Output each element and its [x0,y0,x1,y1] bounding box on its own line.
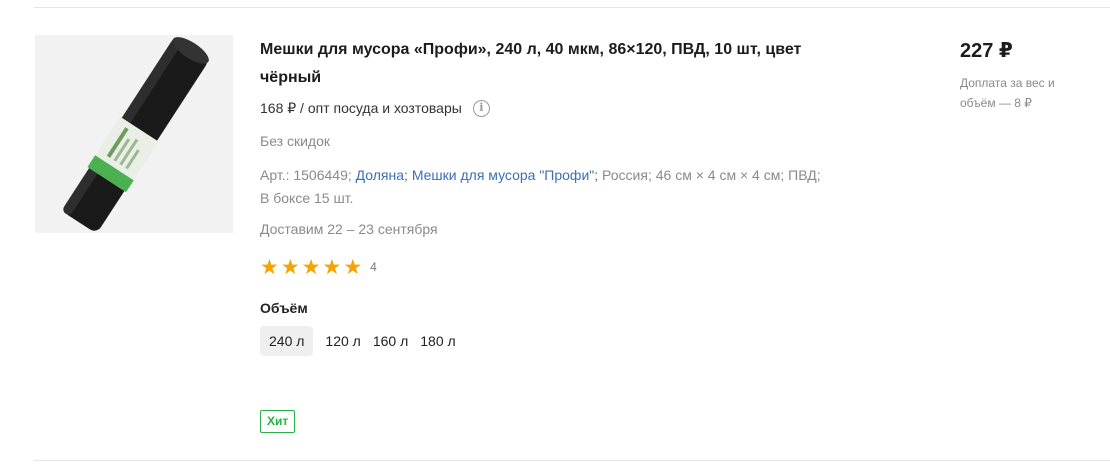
volume-option-240[interactable]: 240 л [260,326,314,356]
surcharge-note: Доплата за вес и объём — 8 ₽ [960,76,1055,110]
star-icon: ★ [301,255,321,279]
rating[interactable]: ★ ★ ★ ★ ★ 4 [260,255,860,279]
package-size: 46 см × 4 см × 4 см; [655,167,785,183]
brand-link[interactable]: Доляна; [356,167,408,183]
price: 227 ₽ [960,40,1013,62]
product-info: Мешки для мусора «Профи», 240 л, 40 мкм,… [260,36,860,356]
price-column: 227 ₽ Доплата за вес и объём — 8 ₽ [960,38,1100,113]
star-icon: ★ [280,255,300,279]
volume-option-160[interactable]: 160 л [364,326,417,356]
box-quantity: В боксе 15 шт. [260,190,354,206]
series-link[interactable]: Мешки для мусора "Профи"; [412,167,598,183]
review-count[interactable]: 4 [370,260,377,274]
volume-option-180[interactable]: 180 л [411,326,464,356]
volume-option-120[interactable]: 120 л [316,326,369,356]
wholesale-price: 168 ₽ / опт посуда и хозтовары i [260,98,860,118]
star-icon: ★ [260,255,279,279]
star-icon: ★ [343,255,363,279]
bottom-divider [34,460,1110,461]
delivery-date: Доставим 22 – 23 сентября [260,221,438,237]
info-icon[interactable]: i [472,99,490,117]
top-divider [34,7,1110,8]
product-title[interactable]: Мешки для мусора «Профи», 240 л, 40 мкм,… [260,36,860,92]
hit-badge: Хит [260,410,296,433]
discount-text: Без скидок [260,133,330,149]
volume-options: 240 л 120 л 160 л 180 л [260,326,860,356]
star-icon: ★ [322,255,342,279]
product-meta: Арт.: 1506449; Доляна; Мешки для мусора … [260,164,860,210]
country: Россия; [602,167,652,183]
material: ПВД; [788,167,821,183]
wholesale-price-text: 168 ₽ / опт посуда и хозтовары [260,100,462,116]
product-image[interactable] [35,35,233,233]
volume-label: Объём [260,300,308,316]
article-number: Арт.: 1506449; [260,167,352,183]
